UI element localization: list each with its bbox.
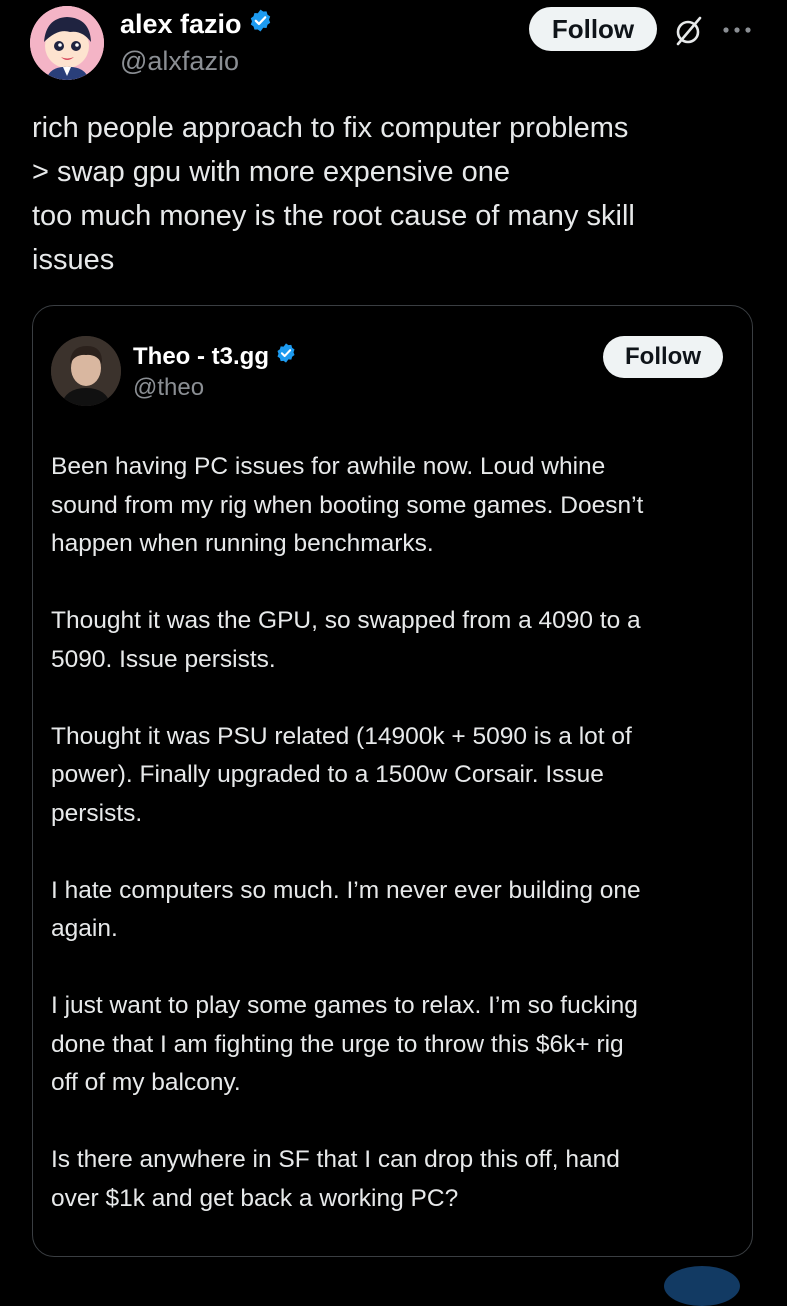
quoted-tweet-text: Been having PC issues for awhile now. Lo… bbox=[51, 448, 741, 1218]
verified-badge-icon bbox=[275, 342, 297, 371]
more-icon[interactable] bbox=[720, 22, 754, 38]
verified-badge-icon bbox=[248, 8, 273, 40]
quoted-paragraph: Thought it was PSU related (14900k + 509… bbox=[51, 718, 741, 834]
quoted-author-handle[interactable]: @theo bbox=[133, 374, 204, 402]
quoted-author-name[interactable]: Theo - t3.gg bbox=[133, 342, 297, 371]
quoted-paragraph: Is there anywhere in SF that I can drop … bbox=[51, 1141, 741, 1218]
cartoon-avatar-image bbox=[30, 6, 104, 80]
quoted-text-line: Is there anywhere in SF that I can drop … bbox=[51, 1146, 620, 1173]
quoted-text-line: Thought it was PSU related (14900k + 509… bbox=[51, 722, 632, 750]
photo-avatar-image bbox=[51, 336, 121, 406]
tweet-text-line: too much money is the root cause of many… bbox=[32, 200, 635, 232]
quoted-follow-button[interactable]: Follow bbox=[603, 336, 723, 378]
quoted-text-line: sound from my rig when booting some game… bbox=[51, 491, 644, 519]
quoted-text-line: done that I am fighting the urge to thro… bbox=[51, 1030, 624, 1058]
quoted-text-line: Thought it was the GPU, so swapped from … bbox=[51, 607, 641, 634]
quoted-author-name-text: Theo - t3.gg bbox=[133, 342, 269, 370]
follow-button[interactable]: Follow bbox=[529, 7, 657, 51]
quoted-text-line: I just want to play some games to relax.… bbox=[51, 992, 638, 1019]
quoted-text-line: Been having PC issues for awhile now. Lo… bbox=[51, 453, 606, 480]
quoted-text-line: persists. bbox=[51, 799, 143, 827]
quoted-text-line: again. bbox=[51, 915, 118, 942]
quoted-text-line: off of my balcony. bbox=[51, 1069, 241, 1096]
quoted-text-line: over $1k and get back a working PC? bbox=[51, 1184, 459, 1212]
tweet-text: rich people approach to fix computer pro… bbox=[32, 106, 752, 282]
quoted-text-line: 5090. Issue persists. bbox=[51, 645, 276, 673]
tweet-text-line: issues bbox=[32, 244, 115, 276]
quoted-paragraph: I hate computers so much. I’m never ever… bbox=[51, 872, 741, 949]
quoted-paragraph: Been having PC issues for awhile now. Lo… bbox=[51, 448, 741, 564]
grok-icon[interactable] bbox=[672, 14, 706, 48]
author-avatar[interactable] bbox=[30, 6, 104, 80]
tweet-text-line: rich people approach to fix computer pro… bbox=[32, 112, 629, 144]
author-name-text: alex fazio bbox=[120, 8, 242, 39]
quoted-paragraph: I just want to play some games to relax.… bbox=[51, 987, 741, 1103]
floating-compose-button[interactable] bbox=[664, 1266, 740, 1306]
quoted-text-line: power). Finally upgraded to a 1500w Cors… bbox=[51, 761, 604, 788]
author-name[interactable]: alex fazio bbox=[120, 8, 273, 40]
quoted-text-line: happen when running benchmarks. bbox=[51, 530, 434, 557]
quoted-author-avatar[interactable] bbox=[51, 336, 121, 406]
quoted-paragraph: Thought it was the GPU, so swapped from … bbox=[51, 602, 741, 679]
tweet-text-line: > swap gpu with more expensive one bbox=[32, 156, 510, 188]
author-handle[interactable]: @alxfazio bbox=[120, 46, 239, 77]
quoted-text-line: I hate computers so much. I’m never ever… bbox=[51, 876, 641, 904]
quoted-tweet-card[interactable]: Theo - t3.gg @theo Follow Been having PC… bbox=[32, 305, 753, 1257]
